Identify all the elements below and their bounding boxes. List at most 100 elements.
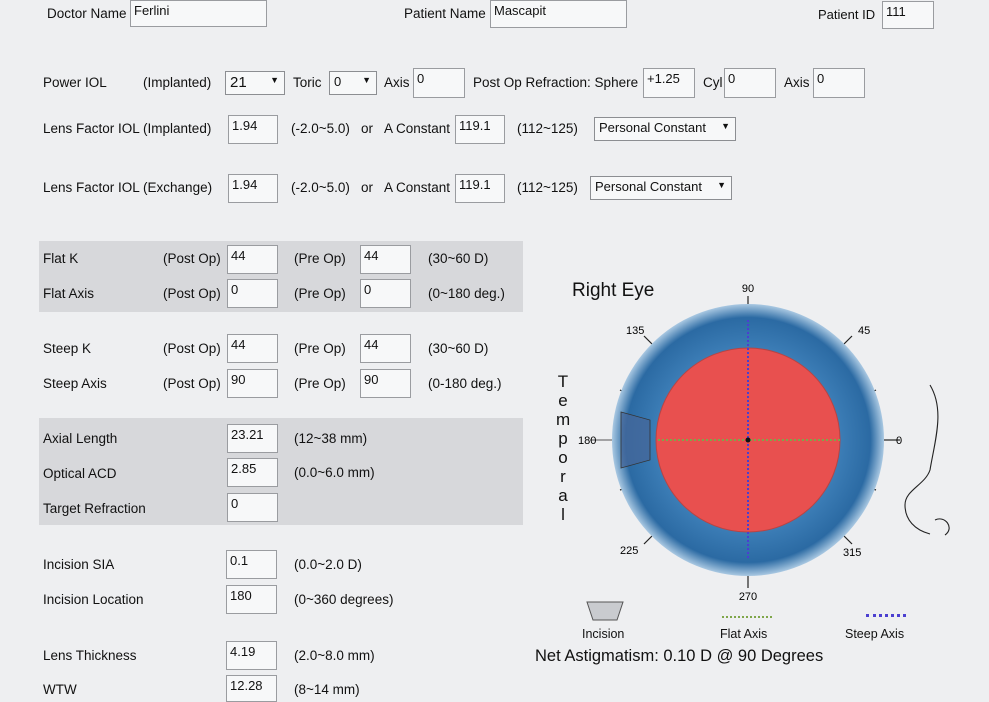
temporal-letter: o — [558, 448, 568, 467]
eye-diagram: 90 45 135 180 0 225 315 270 — [578, 283, 950, 603]
flat-k-pre-field[interactable]: 44 — [360, 245, 411, 274]
post-op-label: (Post Op) — [163, 286, 221, 301]
pre-op-label: (Pre Op) — [294, 251, 346, 266]
nose-outline — [904, 384, 950, 536]
flat-k-post-field[interactable]: 44 — [227, 245, 278, 274]
constant-type-exchange-select[interactable]: Personal Constant ▼ — [590, 176, 732, 200]
pre-op-label: (Pre Op) — [294, 341, 346, 356]
a-constant-label: A Constant — [384, 180, 451, 195]
flat-axis-post-field[interactable]: 0 — [227, 279, 278, 308]
pre-op-label: (Pre Op) — [294, 376, 346, 391]
target-refraction-field[interactable]: 0 — [227, 493, 278, 522]
chevron-down-icon: ▼ — [717, 180, 726, 190]
center-dot — [745, 437, 751, 443]
legend-flat-axis-label: Flat Axis — [720, 627, 768, 641]
post-op-refraction-label: Post Op Refraction: Sphere — [473, 75, 639, 90]
legend-incision-label: Incision — [582, 627, 625, 641]
incision-sia-range: (0.0~2.0 D) — [294, 557, 362, 572]
incision-sia-field[interactable]: 0.1 — [226, 550, 277, 579]
incision-marker — [620, 411, 651, 469]
lens-factor-exchange-field[interactable]: 1.94 — [228, 174, 278, 203]
chevron-down-icon: ▼ — [362, 75, 371, 85]
constant-type-value: Personal Constant — [595, 179, 702, 194]
cyl-label: Cyl — [703, 75, 723, 90]
incision-location-label: Incision Location — [43, 592, 144, 607]
incision-legend-icon — [586, 601, 624, 621]
incision-sia-label: Incision SIA — [43, 557, 115, 572]
patient-name-field[interactable]: Mascapit — [490, 0, 627, 28]
constant-type-select[interactable]: Personal Constant ▼ — [594, 117, 736, 141]
net-astigmatism-text: Net Astigmatism: 0.10 D @ 90 Degrees — [535, 647, 824, 665]
angle-135: 135 — [626, 325, 644, 337]
steep-axis-label: Steep Axis — [43, 376, 107, 391]
temporal-letter: a — [558, 486, 568, 505]
lens-thickness-range: (2.0~8.0 mm) — [294, 648, 375, 663]
or-label: or — [361, 121, 374, 136]
flat-k-label: Flat K — [43, 251, 79, 266]
wtw-label: WTW — [43, 682, 77, 697]
flat-axis-range: (0~180 deg.) — [428, 286, 505, 301]
temporal-letter: r — [560, 467, 566, 486]
power-iol-value: 21 — [230, 74, 247, 91]
lens-factor-implanted-label: Lens Factor IOL (Implanted) — [43, 121, 212, 136]
power-iol-select[interactable]: 21 ▼ — [225, 71, 285, 95]
angle-45: 45 — [858, 325, 870, 337]
steep-axis-post-field[interactable]: 90 — [227, 369, 278, 398]
lens-factor-exchange-range: (-2.0~5.0) — [291, 180, 350, 195]
steep-k-range: (30~60 D) — [428, 341, 489, 356]
flat-axis-legend-line — [722, 616, 772, 618]
a-constant-range: (112~125) — [517, 121, 578, 136]
patient-name-label: Patient Name — [404, 6, 486, 21]
flat-k-range: (30~60 D) — [428, 251, 489, 266]
lens-factor-exchange-label: Lens Factor IOL (Exchange) — [43, 180, 213, 195]
post-op-label: (Post Op) — [163, 251, 221, 266]
a-constant-label: A Constant — [384, 121, 451, 136]
steep-k-pre-field[interactable]: 44 — [360, 334, 411, 363]
power-implanted-label: (Implanted) — [143, 75, 212, 90]
angle-225: 225 — [620, 545, 638, 557]
optical-acd-label: Optical ACD — [43, 466, 117, 481]
axis2-label: Axis — [784, 75, 810, 90]
incision-location-field[interactable]: 180 — [226, 585, 277, 614]
sphere-field[interactable]: +1.25 — [643, 68, 695, 98]
post-op-label: (Post Op) — [163, 376, 221, 391]
angle-90: 90 — [742, 283, 754, 295]
temporal-letter: p — [558, 429, 568, 448]
axis2-field[interactable]: 0 — [813, 68, 865, 98]
axial-length-range: (12~38 mm) — [294, 431, 368, 446]
axial-length-label: Axial Length — [43, 431, 118, 446]
lens-factor-implanted-range: (-2.0~5.0) — [291, 121, 350, 136]
patient-id-field[interactable]: 111 — [882, 1, 934, 29]
temporal-letter: l — [561, 505, 565, 524]
cyl-field[interactable]: 0 — [724, 68, 776, 98]
steep-axis-range: (0-180 deg.) — [428, 376, 502, 391]
incision-location-range: (0~360 degrees) — [294, 592, 394, 607]
doctor-name-field[interactable]: Ferlini — [130, 0, 267, 27]
a-constant-range: (112~125) — [517, 180, 578, 195]
patient-id-label: Patient ID — [818, 7, 876, 22]
flat-axis-pre-field[interactable]: 0 — [360, 279, 411, 308]
toric-value: 0 — [334, 74, 342, 89]
or-label: or — [361, 180, 374, 195]
a-constant-exchange-field[interactable]: 119.1 — [455, 174, 505, 203]
a-constant-implanted-field[interactable]: 119.1 — [455, 115, 505, 144]
optical-acd-field[interactable]: 2.85 — [227, 458, 278, 487]
wtw-range: (8~14 mm) — [294, 682, 360, 697]
steep-axis-legend-line — [866, 614, 906, 617]
axial-length-field[interactable]: 23.21 — [227, 424, 278, 453]
axis-field[interactable]: 0 — [413, 68, 465, 98]
lens-factor-implanted-field[interactable]: 1.94 — [228, 115, 278, 144]
post-op-label: (Post Op) — [163, 341, 221, 356]
steep-axis-pre-field[interactable]: 90 — [360, 369, 411, 398]
wtw-field[interactable]: 12.28 — [226, 675, 277, 702]
steep-k-post-field[interactable]: 44 — [227, 334, 278, 363]
temporal-letter: T — [557, 372, 569, 391]
angle-0: 0 — [896, 435, 902, 447]
toric-select[interactable]: 0 ▼ — [329, 71, 377, 95]
target-refraction-label: Target Refraction — [43, 501, 146, 516]
lens-thickness-field[interactable]: 4.19 — [226, 641, 277, 670]
legend-steep-axis-label: Steep Axis — [845, 627, 905, 641]
doctor-name-label: Doctor Name — [47, 6, 127, 21]
angle-315: 315 — [843, 547, 861, 559]
flat-axis-label: Flat Axis — [43, 286, 95, 301]
